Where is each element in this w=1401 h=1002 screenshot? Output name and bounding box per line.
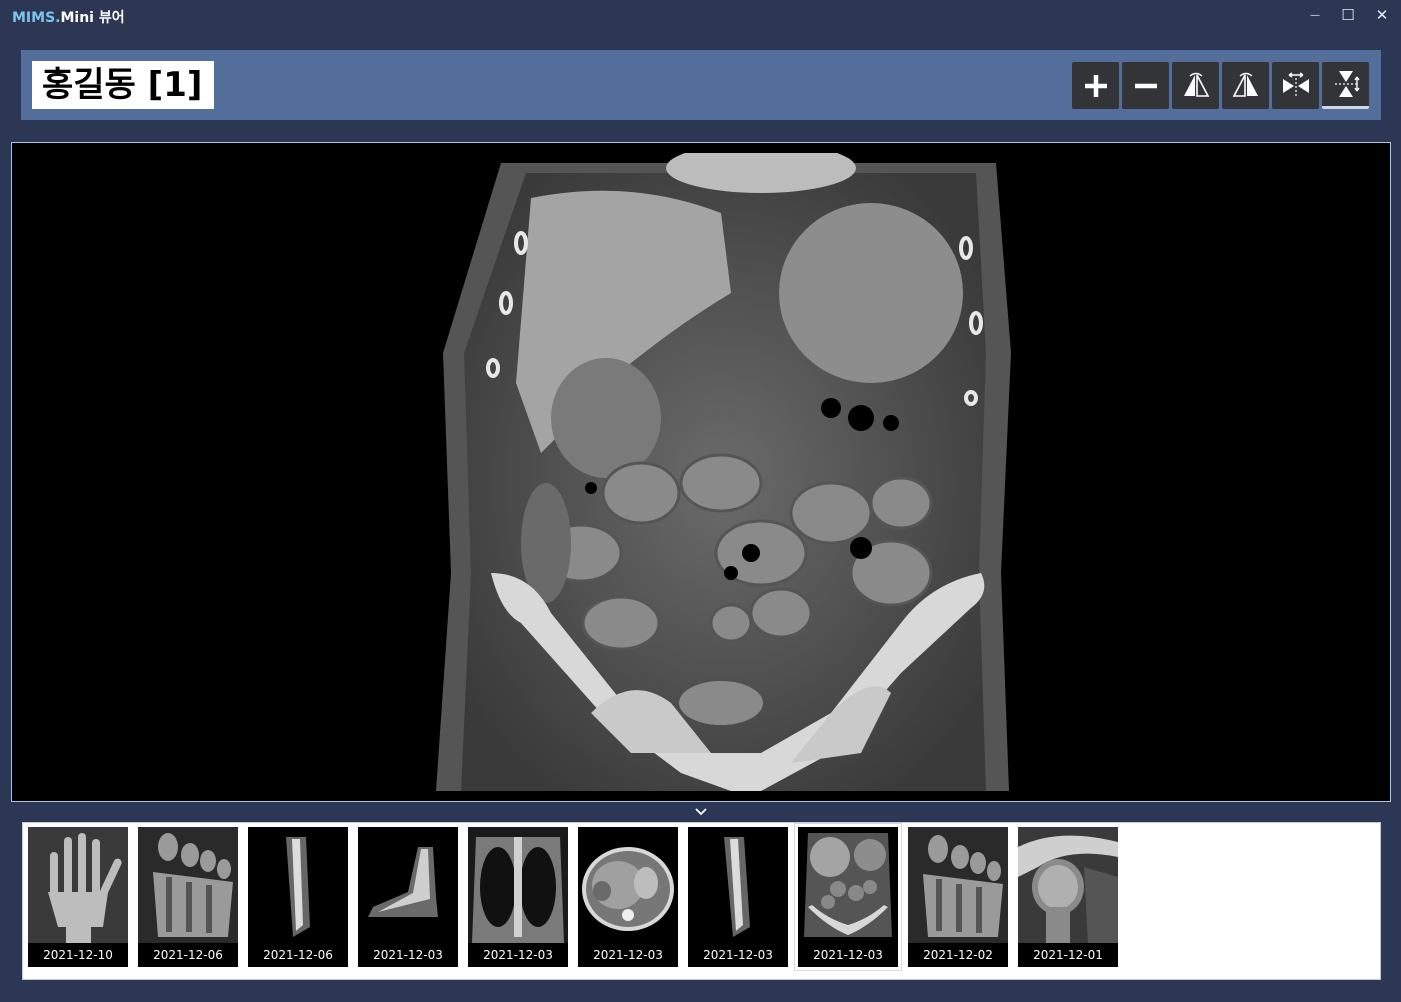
patient-name: 홍길동 [1] <box>32 61 215 109</box>
thumbnail-date: 2021-12-01 <box>1018 943 1118 967</box>
zoom-out-icon <box>1134 83 1157 88</box>
close-button[interactable]: ✕ <box>1365 0 1399 30</box>
collapse-strip-button[interactable] <box>690 804 712 820</box>
title-bar: MIMS.Mini 뷰어 — ☐ ✕ <box>0 0 1401 30</box>
thumbnail-abdomen-axial-ct[interactable]: 2021-12-03 <box>578 827 678 967</box>
thumbnail-chest-ct[interactable]: 2021-12-03 <box>468 827 568 967</box>
thumbnail-date: 2021-12-06 <box>248 943 348 967</box>
zoom-in-icon <box>1084 74 1107 97</box>
thumbnail-foot-mri[interactable]: 2021-12-06 <box>138 827 238 967</box>
fit-horizontal-button[interactable] <box>1272 62 1319 109</box>
thumbnail-date: 2021-12-03 <box>578 943 678 967</box>
rotate-flip-icon <box>1232 72 1258 97</box>
flip-horizontal-button[interactable] <box>1172 62 1219 109</box>
chest-ct-image <box>468 827 568 943</box>
patient-header: 홍길동 [1] <box>21 50 1381 120</box>
thumbnail-foot-ct[interactable]: 2021-12-03 <box>358 827 458 967</box>
minimize-icon: — <box>1310 9 1320 21</box>
abdomen-coronal-ct-image <box>798 827 898 943</box>
lower-leg-ct-image <box>688 827 788 943</box>
thumbnail-date: 2021-12-02 <box>908 943 1008 967</box>
app-title: MIMS.Mini 뷰어 <box>12 10 125 26</box>
thumbnail-abdomen-coronal-ct[interactable]: 2021-12-03 <box>794 823 902 971</box>
zoom-out-button[interactable] <box>1122 62 1169 109</box>
thumbnail-shoulder-mri[interactable]: 2021-12-01 <box>1018 827 1118 967</box>
foot-ct-image <box>358 827 458 943</box>
thumbnail-foot-mri-2[interactable]: 2021-12-02 <box>908 827 1008 967</box>
abdomen-axial-ct-image <box>578 827 678 943</box>
thumbnail-date: 2021-12-03 <box>798 943 898 967</box>
thumbnail-strip: 2021-12-10 2021-12-06 2021-12-06 2021-12… <box>22 822 1381 980</box>
flip-horizontal-icon <box>1183 72 1209 97</box>
fit-vertical-icon <box>1334 71 1360 97</box>
image-viewer[interactable] <box>11 142 1391 802</box>
thumbnail-date: 2021-12-03 <box>358 943 458 967</box>
thumbnail-lower-leg-ct[interactable]: 2021-12-06 <box>248 827 348 967</box>
thumbnail-date: 2021-12-03 <box>688 943 788 967</box>
thumbnail-hand-xray[interactable]: 2021-12-10 <box>28 827 128 967</box>
minimize-button[interactable]: — <box>1298 0 1332 30</box>
fit-horizontal-icon <box>1282 71 1309 96</box>
rotate-flip-button[interactable] <box>1222 62 1269 109</box>
lower-leg-ct-image <box>248 827 348 943</box>
thumbnail-date: 2021-12-06 <box>138 943 238 967</box>
zoom-in-button[interactable] <box>1072 62 1119 109</box>
foot-mri-image <box>908 827 1008 943</box>
chevron-down-icon <box>695 808 707 816</box>
maximize-button[interactable]: ☐ <box>1331 0 1365 30</box>
thumbnail-date: 2021-12-03 <box>468 943 568 967</box>
maximize-icon: ☐ <box>1341 6 1355 24</box>
ct-coronal-image[interactable] <box>431 153 1013 791</box>
shoulder-mri-image <box>1018 827 1118 943</box>
hand-xray-image <box>28 827 128 943</box>
close-icon: ✕ <box>1375 6 1389 24</box>
foot-mri-image <box>138 827 238 943</box>
fit-vertical-button[interactable] <box>1322 62 1369 109</box>
thumbnail-lower-leg-ct-2[interactable]: 2021-12-03 <box>688 827 788 967</box>
thumbnail-date: 2021-12-10 <box>28 943 128 967</box>
